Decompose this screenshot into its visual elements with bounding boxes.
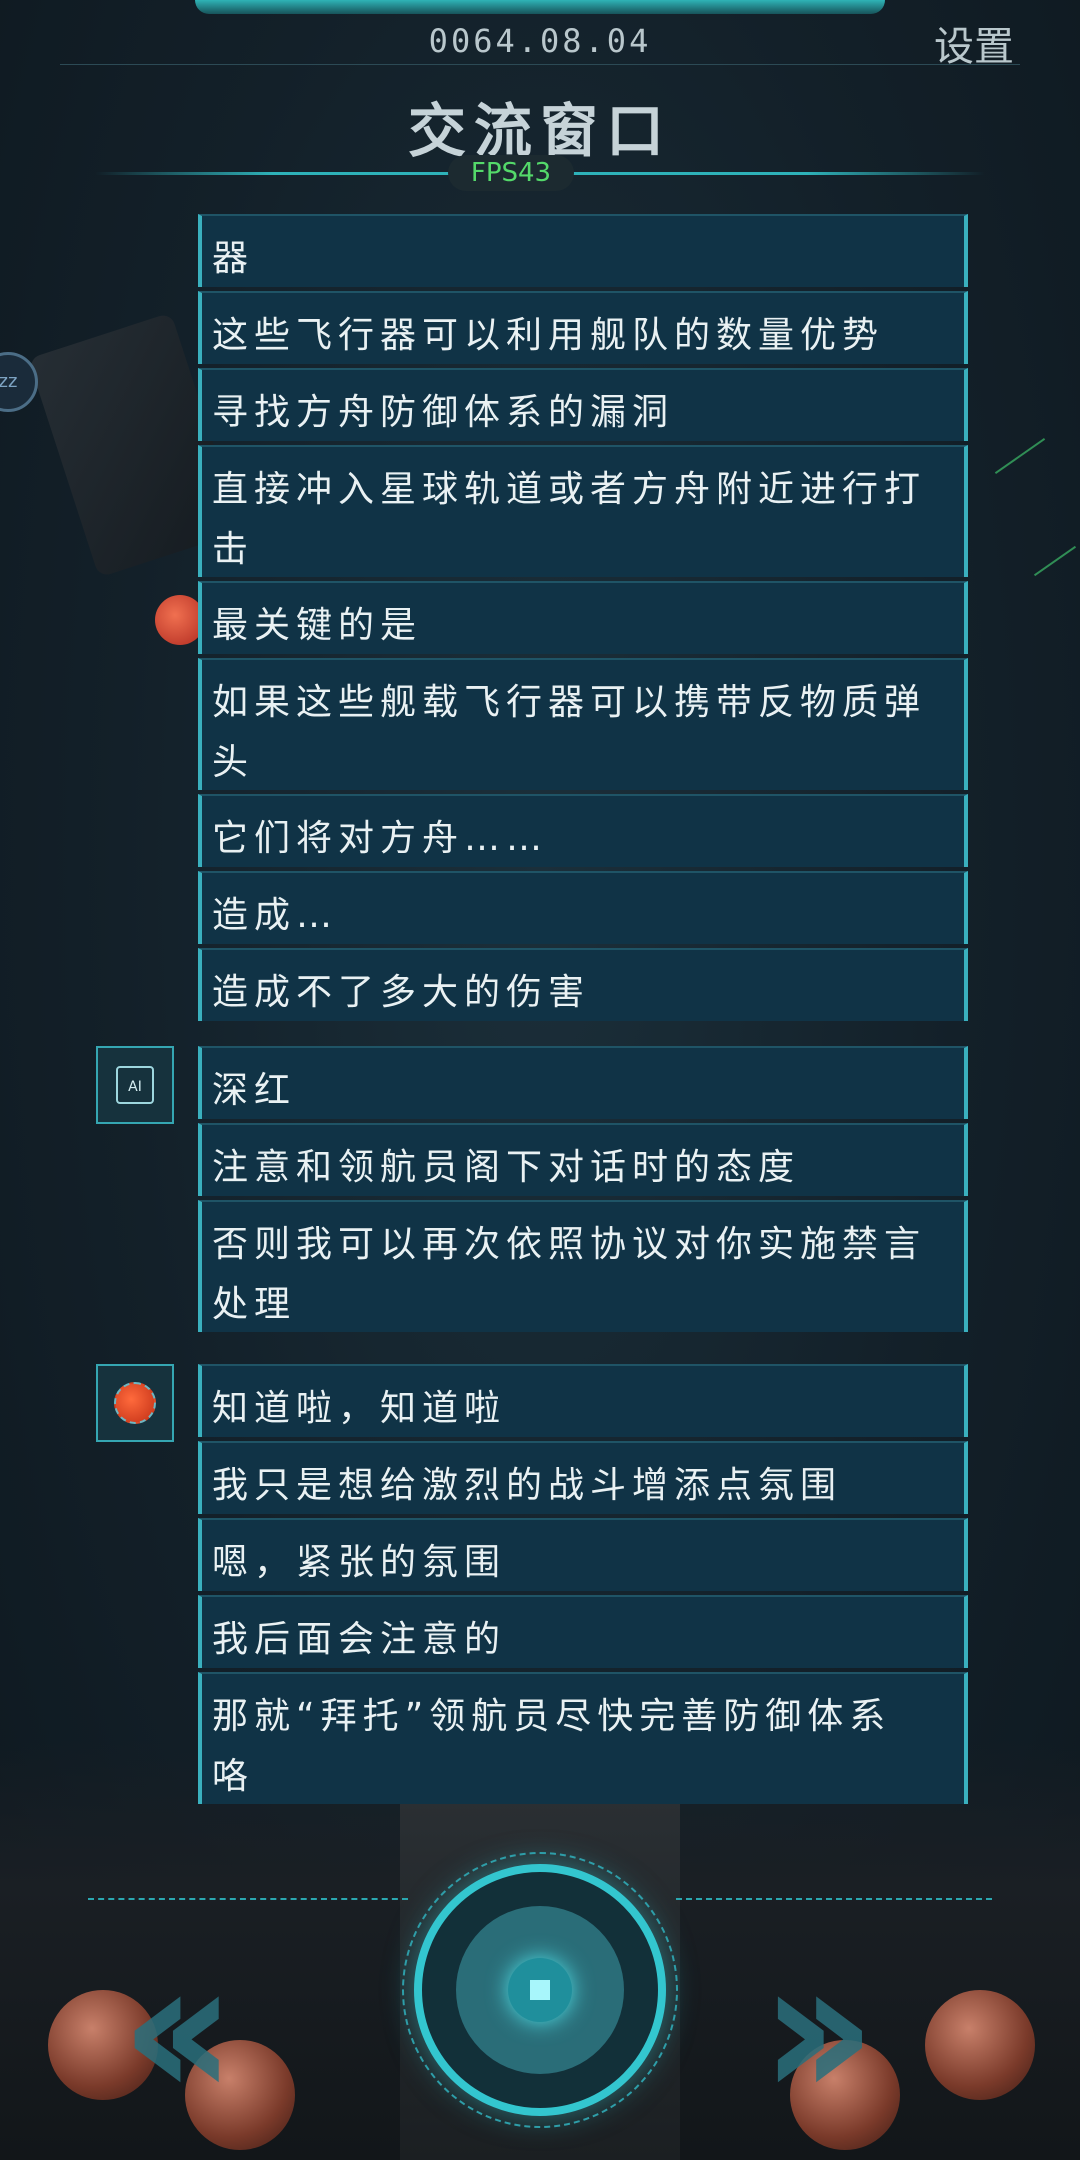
top-divider xyxy=(60,64,1020,65)
bottom-dashed-line-left xyxy=(88,1898,408,1900)
chat-message-line: 嗯，紧张的氛围 xyxy=(212,1542,507,1583)
ai-avatar: AI xyxy=(96,1046,174,1124)
chat-message: 我只是想给激烈的战斗增添点氛围 xyxy=(198,1441,968,1514)
chat-message-line: 那就“拜托”领航员尽快完善防御体系 xyxy=(212,1696,892,1737)
game-date: 0064.08.04 xyxy=(428,22,652,60)
chat-message-line: 击 xyxy=(212,529,255,570)
engine-orb xyxy=(925,1990,1035,2100)
double-chevron-right-icon[interactable]: ›› xyxy=(760,1935,876,2125)
chat-message: 深红 xyxy=(198,1046,968,1119)
settings-button[interactable]: 设置 xyxy=(934,14,1014,72)
chat-message: 造成… xyxy=(198,871,968,944)
engine-orb xyxy=(185,2040,295,2150)
chat-message-line: 深红 xyxy=(212,1070,297,1111)
chat-message-line: 最关键的是 xyxy=(212,605,423,646)
ai-chip-icon: AI xyxy=(116,1066,154,1104)
chat-message: 直接冲入星球轨道或者方舟附近进行打击 xyxy=(198,445,968,577)
chat-message-line: 这些飞行器可以利用舰队的数量优势 xyxy=(212,315,885,356)
fps-counter: FPS43 xyxy=(448,155,574,191)
stop-square-icon xyxy=(530,1980,550,2000)
chat-message-line: 器 xyxy=(212,238,255,279)
chat-message-line: 直接冲入星球轨道或者方舟附近进行打 xyxy=(212,469,927,510)
chat-message: 它们将对方舟…… xyxy=(198,794,968,867)
chat-message-line: 头 xyxy=(212,742,255,783)
chat-message-line: 造成… xyxy=(212,895,339,936)
chat-message: 嗯，紧张的氛围 xyxy=(198,1518,968,1591)
chat-message: 造成不了多大的伤害 xyxy=(198,948,968,1021)
double-chevron-left-icon[interactable]: ‹‹ xyxy=(120,1935,236,2125)
chat-message: 否则我可以再次依照协议对你实施禁言 处理 xyxy=(198,1200,968,1332)
chat-message: 器 xyxy=(198,214,968,287)
chat-message-line: 知道啦，知道啦 xyxy=(212,1388,507,1429)
red-core-avatar xyxy=(96,1364,174,1442)
chat-message: 那就“拜托”领航员尽快完善防御体系咯 xyxy=(198,1672,968,1804)
chat-message: 注意和领航员阁下对话时的态度 xyxy=(198,1123,968,1196)
chat-message-line: 处理 xyxy=(212,1284,297,1325)
chat-message-line: 如果这些舰载飞行器可以携带反物质弹 xyxy=(212,682,927,723)
chat-message: 最关键的是 xyxy=(198,581,968,654)
chat-message: 我后面会注意的 xyxy=(198,1595,968,1668)
chat-message: 寻找方舟防御体系的漏洞 xyxy=(198,368,968,441)
chat-message-line: 否则我可以再次依照协议对你实施禁言 xyxy=(212,1224,927,1265)
chat-message: 知道啦，知道啦 xyxy=(198,1364,968,1437)
chat-message-line: 注意和领航员阁下对话时的态度 xyxy=(212,1147,801,1188)
red-core-icon xyxy=(114,1382,156,1424)
chat-message-line: 咯 xyxy=(212,1756,255,1797)
chat-message: 如果这些舰载飞行器可以携带反物质弹头 xyxy=(198,658,968,790)
top-frame-glow xyxy=(195,0,885,14)
chat-message-line: 我只是想给激烈的战斗增添点氛围 xyxy=(212,1465,843,1506)
chat-message-line: 造成不了多大的伤害 xyxy=(212,972,591,1013)
chat-message: 这些飞行器可以利用舰队的数量优势 xyxy=(198,291,968,364)
chat-message-line: 我后面会注意的 xyxy=(212,1619,507,1660)
chat-message-line: 它们将对方舟…… xyxy=(212,818,549,859)
chat-message-line: 寻找方舟防御体系的漏洞 xyxy=(212,392,675,433)
bottom-dashed-line-right xyxy=(676,1898,992,1900)
